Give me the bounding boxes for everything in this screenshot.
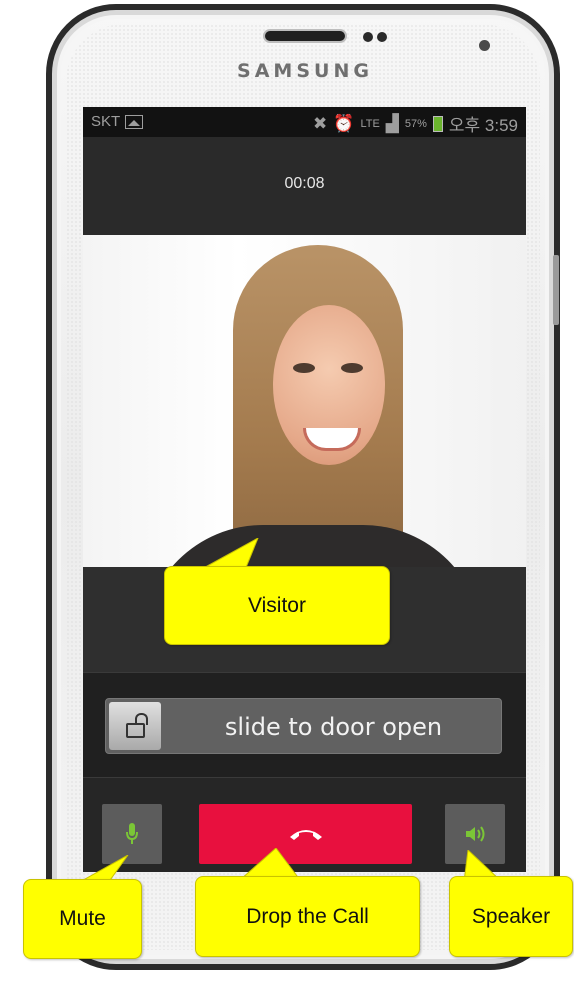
side-key	[553, 255, 559, 325]
status-right: ✖ ⏰ LTE ▟ 57% 오후 3:59	[313, 111, 518, 136]
slider-handle[interactable]	[109, 702, 161, 750]
call-timer: 00:08	[284, 175, 325, 192]
clock-label: 오후 3:59	[448, 116, 518, 135]
front-camera	[479, 40, 490, 51]
battery-icon	[432, 115, 443, 132]
network-label: LTE	[360, 117, 380, 130]
phone-screen: SKT ✖ ⏰ LTE ▟ 57% 오후 3:59 00:08 slide to…	[83, 107, 526, 872]
drop-call-callout-label: Drop the Call	[246, 904, 369, 928]
battery-label: 57%	[404, 117, 427, 130]
mute-callout: Mute	[23, 879, 142, 959]
door-open-slider[interactable]: slide to door open	[105, 698, 502, 754]
signal-icon: ▟	[385, 113, 399, 133]
mute-callout-label: Mute	[59, 907, 106, 930]
speaker-icon	[466, 826, 485, 842]
alarm-icon: ⏰	[333, 113, 355, 133]
microphone-icon	[126, 823, 138, 844]
visitor-callout: Visitor	[164, 566, 390, 645]
proximity-sensor	[363, 32, 373, 42]
speaker-callout-label: Speaker	[471, 904, 551, 928]
visitor-eye-right	[341, 363, 363, 373]
silent-icon: ✖	[313, 113, 328, 133]
unlock-icon	[125, 712, 148, 738]
brand-logo: SAMSUNG	[237, 60, 373, 82]
slider-label: slide to door open	[224, 713, 443, 741]
phone-hangup-icon	[289, 830, 322, 840]
earpiece-speaker	[263, 29, 347, 43]
visitor-eye-left	[293, 363, 315, 373]
status-bar: SKT ✖ ⏰ LTE ▟ 57% 오후 3:59	[83, 107, 526, 137]
status-left: SKT	[91, 113, 144, 130]
speaker-callout: Speaker	[449, 876, 573, 957]
light-sensor	[377, 32, 387, 42]
gallery-icon	[125, 114, 144, 129]
door-slider-area: slide to door open	[83, 672, 526, 778]
carrier-label: SKT	[91, 113, 121, 130]
visitor-callout-label: Visitor	[248, 593, 306, 617]
unlock-shackle	[134, 712, 148, 725]
visitor-video	[83, 235, 526, 567]
drop-call-callout: Drop the Call	[195, 876, 420, 957]
